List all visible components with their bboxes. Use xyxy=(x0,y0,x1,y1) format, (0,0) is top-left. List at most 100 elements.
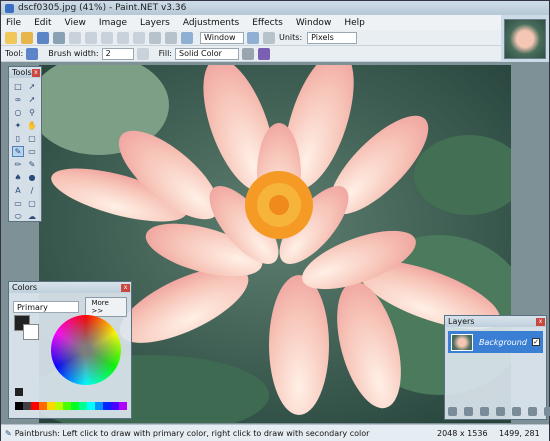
window-dropdown[interactable]: Window xyxy=(200,31,244,44)
rectangle-tool-icon[interactable]: ▭ xyxy=(12,198,24,209)
color-mode-dropdown[interactable]: Primary xyxy=(13,301,80,313)
blend-mode-icon[interactable] xyxy=(258,47,270,60)
menu-layers[interactable]: Layers xyxy=(140,18,170,28)
color-palette xyxy=(15,402,127,410)
tool-label: Tool: xyxy=(5,49,24,58)
fill-label: Fill: xyxy=(158,49,172,58)
palette-swatch[interactable] xyxy=(87,402,95,410)
merge-layer-icon[interactable] xyxy=(496,407,505,416)
secondary-color-swatch[interactable] xyxy=(23,324,39,340)
palette-swatch[interactable] xyxy=(31,402,39,410)
palette-swatch[interactable] xyxy=(111,402,119,410)
recolor-icon[interactable]: ● xyxy=(26,172,38,183)
color-picker-icon[interactable]: ✎ xyxy=(26,159,38,170)
paintbrush-icon[interactable] xyxy=(26,47,39,60)
layers-panel-title: Layers xyxy=(448,317,475,326)
cut-icon[interactable] xyxy=(69,31,81,44)
palette-swatch[interactable] xyxy=(47,402,55,410)
paintbrush-tool-icon[interactable]: ✎ xyxy=(12,146,24,157)
gradient-icon[interactable]: ▢ xyxy=(26,133,38,144)
fill-dropdown[interactable]: Solid Color xyxy=(175,47,239,60)
menu-adjustments[interactable]: Adjustments xyxy=(183,18,239,28)
print-icon[interactable] xyxy=(53,31,65,44)
image-thumbnail[interactable] xyxy=(504,18,546,59)
clone-stamp-icon[interactable]: ♠ xyxy=(12,172,24,183)
app-window: dscf0305.jpg (41%) - Paint.NET v3.36 Fil… xyxy=(0,0,550,441)
image-size: 2048 x 1536 xyxy=(437,428,488,438)
menu-view[interactable]: View xyxy=(65,18,86,28)
zoom-icon[interactable] xyxy=(181,31,193,44)
palette-swatch[interactable] xyxy=(71,402,79,410)
palette-swatch[interactable] xyxy=(15,402,23,410)
paint-bucket-icon[interactable]: ▯ xyxy=(12,133,24,144)
redo-icon[interactable] xyxy=(165,31,177,44)
menu-image[interactable]: Image xyxy=(99,18,127,28)
pan-icon[interactable]: ✋ xyxy=(26,120,38,131)
palette-swatch[interactable] xyxy=(39,402,47,410)
antialias-icon[interactable] xyxy=(136,47,149,60)
crop-icon[interactable] xyxy=(117,31,129,44)
palette-swatch[interactable] xyxy=(95,402,103,410)
status-bar: ✎ Paintbrush: Left click to draw with pr… xyxy=(1,424,549,441)
deselect-icon[interactable] xyxy=(133,31,145,44)
close-icon[interactable]: x xyxy=(121,283,130,292)
menu-file[interactable]: File xyxy=(6,18,21,28)
paintbrush-status-icon: ✎ xyxy=(5,428,12,438)
undo-icon[interactable] xyxy=(149,31,161,44)
tool-options-bar: Tool: Brush width: 2 Fill: Solid Color xyxy=(1,46,501,62)
colors-panel-header: Colors x xyxy=(9,282,131,293)
copy-icon[interactable] xyxy=(85,31,97,44)
zoom-tool-icon[interactable]: ⚲ xyxy=(26,107,38,118)
rectangle-select-icon[interactable]: □ xyxy=(12,81,24,92)
palette-swatch[interactable] xyxy=(55,402,63,410)
menu-effects[interactable]: Effects xyxy=(252,18,283,28)
title-bar: dscf0305.jpg (41%) - Paint.NET v3.36 xyxy=(1,1,549,15)
freeform-shape-icon[interactable]: ☁ xyxy=(26,211,38,222)
add-layer-icon[interactable] xyxy=(448,407,457,416)
new-icon[interactable] xyxy=(5,31,17,44)
layer-thumbnail xyxy=(451,333,473,351)
layer-row-background[interactable]: Background ✓ xyxy=(448,331,543,353)
brush-width-input[interactable]: 2 xyxy=(101,47,134,60)
close-icon[interactable]: x xyxy=(31,68,40,77)
curve-icon[interactable] xyxy=(242,47,254,60)
ellipse-select-icon[interactable]: ○ xyxy=(12,107,24,118)
colors-panel: Colors x Primary More >> xyxy=(8,281,132,419)
open-icon[interactable] xyxy=(21,31,33,44)
pencil-icon[interactable]: ✏ xyxy=(12,159,24,170)
status-hint: Paintbrush: Left click to draw with prim… xyxy=(14,428,370,438)
more-button[interactable]: More >> xyxy=(85,297,127,317)
palette-swatch[interactable] xyxy=(63,402,71,410)
layers-panel-header: Layers x xyxy=(445,316,546,327)
palette-swatch[interactable] xyxy=(119,402,127,410)
ellipse-tool-icon[interactable]: ⬭ xyxy=(12,211,24,222)
text-tool-icon[interactable]: A xyxy=(12,185,24,196)
close-icon[interactable]: x xyxy=(536,317,545,326)
zoom-in-icon[interactable] xyxy=(247,31,259,44)
move-selection-icon[interactable]: ➚ xyxy=(26,81,38,92)
palette-swatch[interactable] xyxy=(79,402,87,410)
move-icon[interactable]: ➚ xyxy=(26,94,38,105)
layer-properties-icon[interactable] xyxy=(544,407,550,416)
color-wheel[interactable] xyxy=(51,315,121,385)
eraser-icon[interactable]: ▭ xyxy=(26,146,38,157)
paste-icon[interactable] xyxy=(101,31,113,44)
duplicate-layer-icon[interactable] xyxy=(480,407,489,416)
palette-swatch[interactable] xyxy=(23,402,31,410)
palette-swatch[interactable] xyxy=(103,402,111,410)
delete-layer-icon[interactable] xyxy=(464,407,473,416)
magic-wand-icon[interactable]: ✦ xyxy=(12,120,24,131)
menu-help[interactable]: Help xyxy=(344,18,365,28)
palette-menu-icon[interactable] xyxy=(15,388,23,396)
save-icon[interactable] xyxy=(37,31,49,44)
lasso-icon[interactable]: ∞ xyxy=(12,94,24,105)
menu-window[interactable]: Window xyxy=(296,18,332,28)
grid-icon[interactable] xyxy=(263,31,275,44)
move-up-icon[interactable] xyxy=(512,407,521,416)
move-down-icon[interactable] xyxy=(528,407,537,416)
menu-edit[interactable]: Edit xyxy=(34,18,51,28)
layer-visibility-checkbox[interactable]: ✓ xyxy=(532,338,540,346)
units-dropdown[interactable]: Pixels xyxy=(307,31,358,44)
line-tool-icon[interactable]: ∕ xyxy=(26,185,38,196)
rounded-rect-icon[interactable]: ▢ xyxy=(26,198,38,209)
